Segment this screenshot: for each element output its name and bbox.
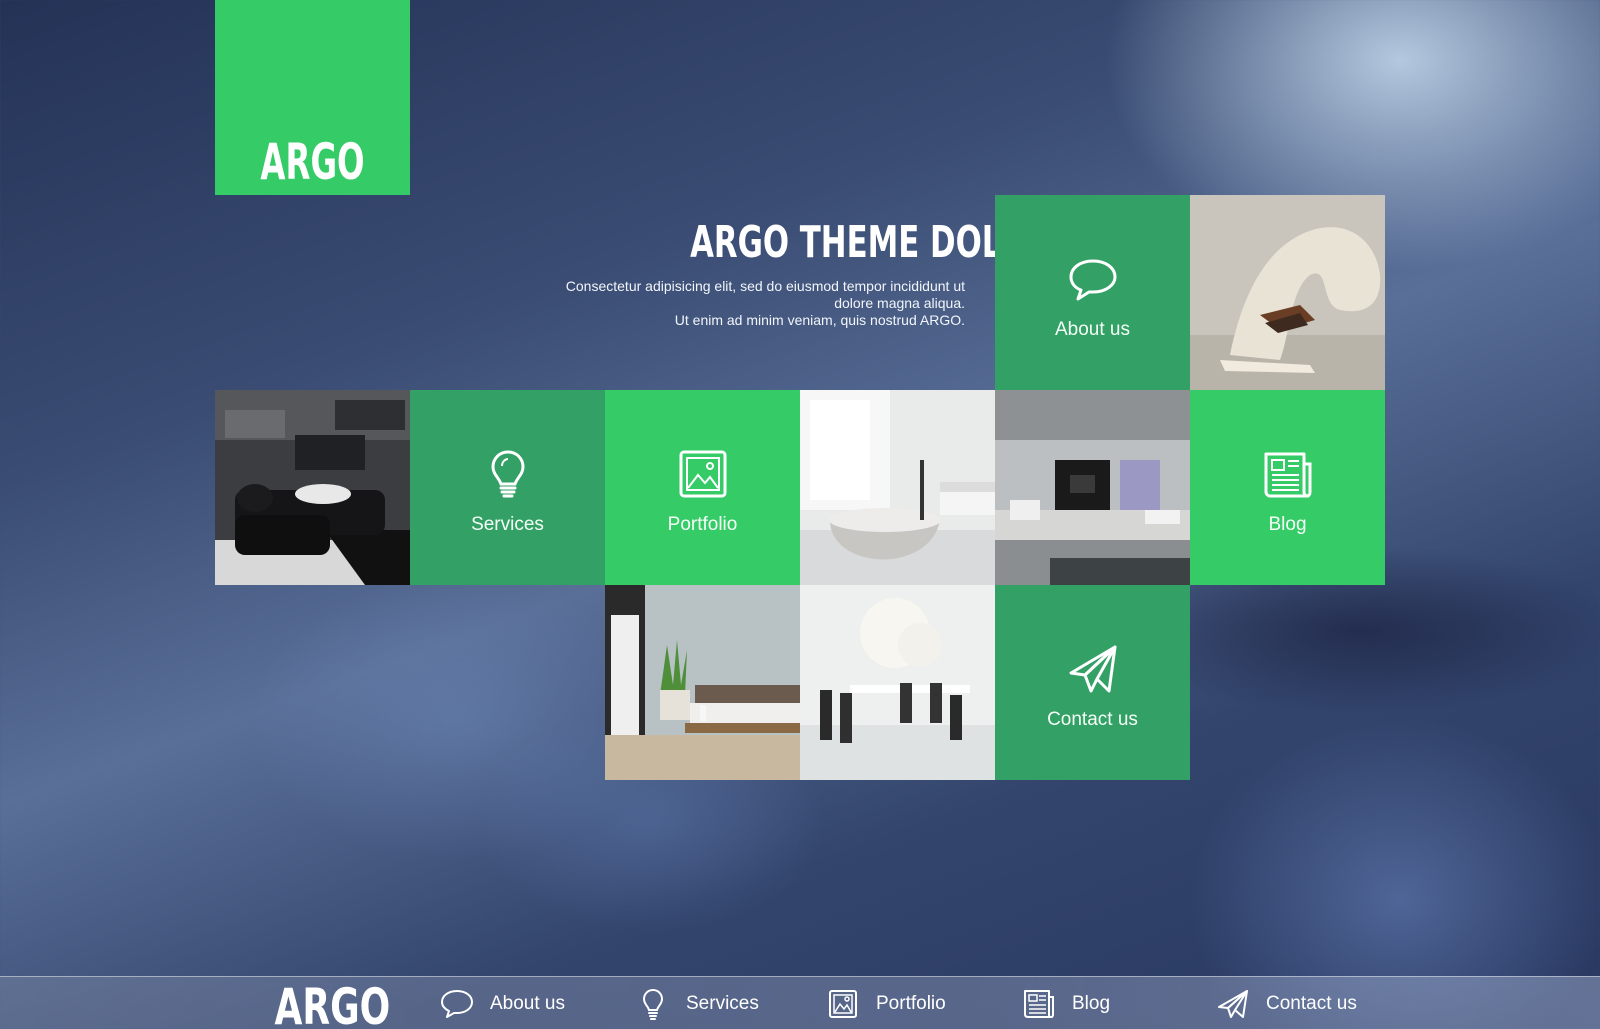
hero-subtext-line-1: Consectetur adipisicing elit, sed do eiu… [565, 278, 965, 294]
speech-bubble-icon [440, 988, 474, 1020]
hero-subtext-line-3: Ut enim ad minim veniam, quis nostrud AR… [674, 312, 965, 328]
tile-portfolio[interactable]: Portfolio [605, 390, 800, 585]
nav-item-services-label: Services [686, 993, 759, 1014]
newspaper-icon [1022, 988, 1056, 1020]
tile-contact-us[interactable]: Contact us [995, 585, 1190, 780]
tile-services[interactable]: Services [410, 390, 605, 585]
speech-bubble-icon [1067, 253, 1119, 305]
nav-item-portfolio[interactable]: Portfolio [826, 988, 946, 1020]
hero-subtext: Consectetur adipisicing elit, sed do eiu… [480, 278, 965, 329]
tile-about-us-label: About us [1055, 319, 1130, 340]
photo-black-sofa [215, 390, 410, 585]
lightbulb-icon [636, 988, 670, 1020]
logo-tile[interactable]: ARGO [215, 0, 410, 195]
nav-item-about-us[interactable]: About us [440, 988, 565, 1020]
bottom-logo[interactable]: ARGO [252, 979, 391, 1029]
photo-dining-room [800, 585, 995, 780]
photo-sculpture [1190, 195, 1385, 390]
lightbulb-icon [482, 448, 534, 500]
photo-bedroom [605, 585, 800, 780]
picture-icon [826, 988, 860, 1020]
paper-plane-icon [1216, 988, 1250, 1020]
tile-about-us[interactable]: About us [995, 195, 1190, 390]
nav-item-about-us-label: About us [490, 993, 565, 1014]
paper-plane-icon [1067, 643, 1119, 695]
tile-blog[interactable]: Blog [1190, 390, 1385, 585]
tile-blog-label: Blog [1268, 514, 1307, 535]
tile-portfolio-label: Portfolio [667, 514, 738, 535]
nav-item-contact-us-label: Contact us [1266, 993, 1357, 1014]
tile-contact-us-label: Contact us [1047, 709, 1138, 730]
newspaper-icon [1262, 448, 1314, 500]
photo-bathtub [800, 390, 995, 585]
nav-item-blog[interactable]: Blog [1022, 988, 1110, 1020]
hero-headline: ARGO THEME DOLOR SIT AMET ELASDE [690, 217, 1367, 268]
nav-item-portfolio-label: Portfolio [876, 993, 946, 1014]
photo-glass-interior [995, 390, 1190, 585]
nav-item-blog-label: Blog [1072, 993, 1111, 1014]
picture-icon [677, 448, 729, 500]
tile-services-label: Services [471, 514, 544, 535]
nav-item-contact-us[interactable]: Contact us [1216, 988, 1357, 1020]
nav-item-services[interactable]: Services [636, 988, 759, 1020]
bottom-navigation-bar: ARGO About us Services Portfolio Blog Co… [0, 976, 1600, 1029]
hero-subtext-line-2: dolore magna aliqua. [834, 295, 965, 311]
